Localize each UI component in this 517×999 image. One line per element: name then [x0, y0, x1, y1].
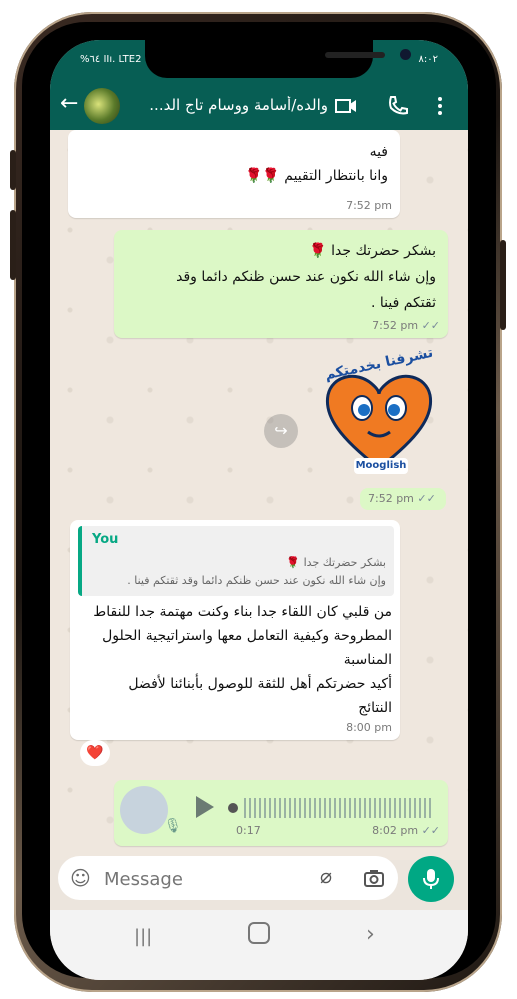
- message-line: المناسبة: [343, 652, 392, 668]
- message-reply[interactable]: You بشكر حضرتك جدا 🌹 وإن شاء الله نكون ع…: [70, 520, 400, 740]
- reaction-heart[interactable]: ❤️: [80, 740, 110, 766]
- status-right: ٨:٠٢: [418, 54, 438, 65]
- quote-line: وإن شاء الله نكون عند حسن ظنكم دائما وقد…: [127, 574, 386, 587]
- message-line: ثقتكم فينا .: [370, 295, 436, 311]
- attach-icon[interactable]: ⌀: [320, 864, 332, 888]
- quote-line: بشكر حضرتك جدا 🌹: [286, 556, 386, 569]
- message-line: أكيد حضرتكم أهل للثقة للوصول بأبنائنا لأ…: [128, 676, 392, 692]
- front-camera: [400, 49, 411, 60]
- avatar[interactable]: [84, 88, 120, 124]
- message-time: 7:52 pm ✓✓: [368, 492, 436, 505]
- video-call-icon[interactable]: [334, 94, 358, 118]
- message-time: 8:00 pm: [346, 721, 392, 734]
- message-line: المطروحة وكيفية التعامل معها واستراتيجية…: [102, 628, 392, 644]
- message-time: 7:52 pm: [346, 199, 392, 212]
- chat-title[interactable]: والده/أسامة ووسام تاج الد...: [128, 96, 328, 114]
- system-nav-bar: ||| ›: [50, 910, 468, 980]
- home-icon[interactable]: [248, 922, 270, 944]
- message-outgoing[interactable]: بشكر حضرتك جدا 🌹 وإن شاء الله نكون عند ح…: [114, 230, 448, 338]
- recent-apps-icon[interactable]: |||: [134, 926, 152, 947]
- power-button: [500, 240, 506, 330]
- message-line: وإن شاء الله نكون عند حسن ظنكم دائما وقد: [176, 269, 436, 285]
- status-left: %٦٤ ⅠⅠı. LTE2: [80, 54, 142, 65]
- mic-icon: [423, 869, 439, 889]
- chat-header: ← والده/أسامة ووسام تاج الد...: [50, 82, 468, 130]
- sticker[interactable]: تشرفنا بخدمتكم Mooglish: [320, 345, 438, 480]
- status-bar: %٦٤ ⅠⅠı. LTE2 ٨:٠٢: [50, 40, 468, 82]
- sticker-time-bubble: 7:52 pm ✓✓: [360, 488, 446, 510]
- composer: ☺ ⌀: [58, 856, 398, 900]
- voice-waveform[interactable]: [228, 798, 438, 818]
- volume-button: [10, 150, 16, 190]
- message-voice[interactable]: 🎙 0:17 8:02 pm ✓✓: [114, 780, 448, 846]
- message-line: فيه: [369, 144, 388, 160]
- quote-author: You: [92, 532, 119, 547]
- notch: [145, 40, 411, 78]
- voice-avatar: [120, 786, 168, 834]
- camera-icon[interactable]: [362, 866, 386, 890]
- message-time: 8:02 pm ✓✓: [372, 824, 440, 837]
- message-time: 7:52 pm ✓✓: [372, 319, 440, 332]
- mic-button[interactable]: [408, 856, 454, 902]
- screen: %٦٤ ⅠⅠı. LTE2 ٨:٠٢ ← والده/أسامة ووسام ت…: [50, 40, 468, 980]
- menu-dots-icon[interactable]: [428, 94, 452, 118]
- back-nav-icon[interactable]: ›: [366, 922, 375, 947]
- volume-button: [10, 210, 16, 280]
- speaker: [325, 52, 385, 58]
- voice-duration: 0:17: [236, 824, 261, 837]
- quoted-message[interactable]: You بشكر حضرتك جدا 🌹 وإن شاء الله نكون ع…: [78, 526, 394, 596]
- sticker-brand: Mooglish: [354, 458, 408, 474]
- message-line: النتائج: [358, 700, 392, 716]
- read-ticks-icon: ✓✓: [417, 492, 436, 505]
- voice-call-icon[interactable]: [386, 94, 410, 118]
- message-line: بشكر حضرتك جدا 🌹: [309, 243, 436, 259]
- read-ticks-icon: ✓✓: [421, 824, 440, 837]
- message-incoming[interactable]: فيه وانا بانتظار التقييم 🌹🌹 7:52 pm: [68, 130, 400, 218]
- play-icon[interactable]: [194, 794, 216, 820]
- read-ticks-icon: ✓✓: [421, 319, 440, 332]
- mic-small-icon: 🎙: [164, 818, 182, 834]
- emoji-icon[interactable]: ☺: [70, 866, 91, 890]
- message-line: من قلبي كان اللقاء جدا بناء وكنت مهتمة ج…: [93, 604, 392, 620]
- back-arrow-icon[interactable]: ←: [60, 92, 78, 116]
- message-input[interactable]: [102, 864, 296, 894]
- forward-icon[interactable]: ↪: [264, 414, 298, 448]
- message-line: وانا بانتظار التقييم 🌹🌹: [244, 168, 388, 184]
